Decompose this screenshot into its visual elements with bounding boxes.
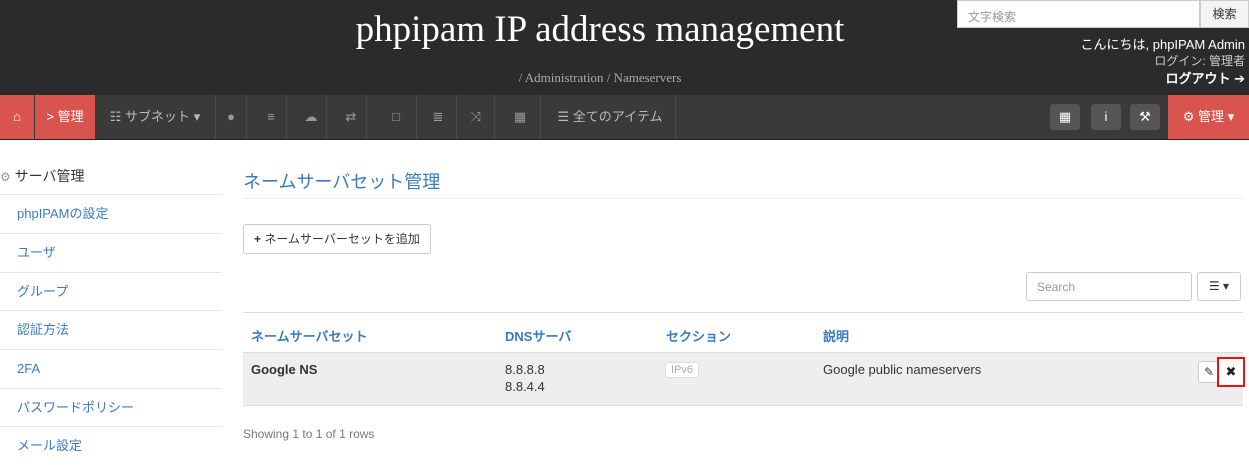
info-icon[interactable]: i xyxy=(1091,104,1121,130)
sidebar-heading-label: サーバ管理 xyxy=(14,168,85,184)
sidebar-item-auth[interactable]: 認証方法 xyxy=(0,310,222,348)
column-header-section[interactable]: セクション xyxy=(666,326,731,345)
breadcrumb: / Administration / Nameservers xyxy=(518,70,682,85)
delete-button[interactable]: ✖ xyxy=(1217,357,1245,387)
sitemap-icon: ☷ xyxy=(109,109,122,124)
nav-subnets[interactable]: ☷ サブネット ▾ xyxy=(95,95,216,139)
pagination-info: Showing 1 to 1 of 1 rows xyxy=(243,427,375,441)
add-nameserver-set-button[interactable]: + ネームサーバーセットを追加 xyxy=(243,224,431,254)
nav-desktop-icon[interactable]: □ xyxy=(376,95,417,139)
sidebar-item-password-policy[interactable]: パスワードポリシー xyxy=(0,388,222,426)
columns-toggle-button[interactable]: ☰ ▾ xyxy=(1197,272,1241,301)
sidebar-heading: ⚙ サーバ管理 xyxy=(0,158,222,194)
pencil-icon: ✎ xyxy=(1203,365,1215,379)
sidebar-item-groups[interactable]: グループ xyxy=(0,272,222,310)
sidebar-item-2fa[interactable]: 2FA xyxy=(0,349,222,387)
logout-label: ログアウト xyxy=(1165,71,1231,86)
dashboard-icon[interactable]: ▦ xyxy=(1050,104,1080,130)
nav-user-icon[interactable]: ● xyxy=(216,95,247,139)
nav-right-admin-label: 管理 xyxy=(1198,109,1225,124)
nav-map-icon[interactable]: ▦ xyxy=(500,95,541,139)
nav-list-icon[interactable]: ≣ xyxy=(420,95,457,139)
caret-down-icon: ▾ xyxy=(1227,109,1235,124)
nav-all-items[interactable]: ☰ 全てのアイテム xyxy=(545,95,676,139)
section-badge: IPv6 xyxy=(665,362,700,378)
nav-right-admin[interactable]: ⚙ 管理 ▾ xyxy=(1168,95,1249,139)
table-divider xyxy=(243,312,1243,313)
main-navbar: ⌂ > 管理 ☷ サブネット ▾ ● ≡ ☁ ⇄ □ ≣ ⤨ ▦ ☰ 全てのアイ… xyxy=(0,95,1249,140)
home-icon: ⌂ xyxy=(13,109,21,124)
nav-server-icon[interactable]: ≡ xyxy=(256,95,287,139)
divider xyxy=(243,198,1243,199)
login-role-text: ログイン: 管理者 xyxy=(1154,54,1245,68)
nav-subnets-label: サブネット xyxy=(125,109,191,124)
plus-icon: + xyxy=(254,232,262,246)
nav-exchange-icon[interactable]: ⇄ xyxy=(336,95,367,139)
row-description: Google public nameservers xyxy=(823,362,982,377)
nav-cloud-icon[interactable]: ☁ xyxy=(296,95,327,139)
nav-random-icon[interactable]: ⤨ xyxy=(458,95,495,139)
th-list-icon: ☰ xyxy=(1208,279,1220,293)
table-search-input[interactable]: Search xyxy=(1026,272,1192,301)
cogs-icon: ⚙ xyxy=(0,170,11,184)
sidebar-item-mail[interactable]: メール設定 xyxy=(0,426,222,464)
list-icon: ☰ xyxy=(557,109,570,124)
home-nav[interactable]: ⌂ xyxy=(0,95,34,139)
wrench-icon[interactable]: ⚒ xyxy=(1130,104,1160,130)
sidebar-item-users[interactable]: ユーザ xyxy=(0,233,222,271)
user-info: こんにちは, phpIPAM Admin ログイン: 管理者 ログアウト ➔ xyxy=(1081,36,1245,87)
nameserver-set-name: Google NS xyxy=(251,362,318,377)
sidebar-item-settings[interactable]: phpIPAMの設定 xyxy=(0,194,222,232)
caret-down-icon: ▾ xyxy=(1223,279,1230,293)
add-button-label: ネームサーバーセットを追加 xyxy=(264,232,420,246)
caret-down-icon: ▾ xyxy=(193,109,201,124)
global-search-button[interactable]: 検索 xyxy=(1200,0,1249,28)
greeting-text: こんにちは, phpIPAM Admin xyxy=(1080,37,1245,52)
dns-server-2: 8.8.4.4 xyxy=(505,379,545,394)
table-row xyxy=(243,352,1243,406)
close-icon: ✖ xyxy=(1225,364,1237,379)
column-header-dns[interactable]: DNSサーバ xyxy=(505,326,571,345)
column-header-description[interactable]: 説明 xyxy=(823,326,849,345)
logout-icon: ➔ xyxy=(1234,71,1245,86)
dns-server-1: 8.8.8.8 xyxy=(505,362,545,377)
nav-all-items-label: 全てのアイテム xyxy=(572,109,663,124)
logout-link[interactable]: ログアウト ➔ xyxy=(1081,70,1245,87)
nav-admin[interactable]: > 管理 xyxy=(35,95,95,139)
global-search-input[interactable]: 文字検索 xyxy=(957,0,1200,28)
gear-icon: ⚙ xyxy=(1182,109,1195,124)
column-header-set[interactable]: ネームサーバセット xyxy=(251,326,367,345)
page-title: ネームサーバセット管理 xyxy=(243,172,441,192)
